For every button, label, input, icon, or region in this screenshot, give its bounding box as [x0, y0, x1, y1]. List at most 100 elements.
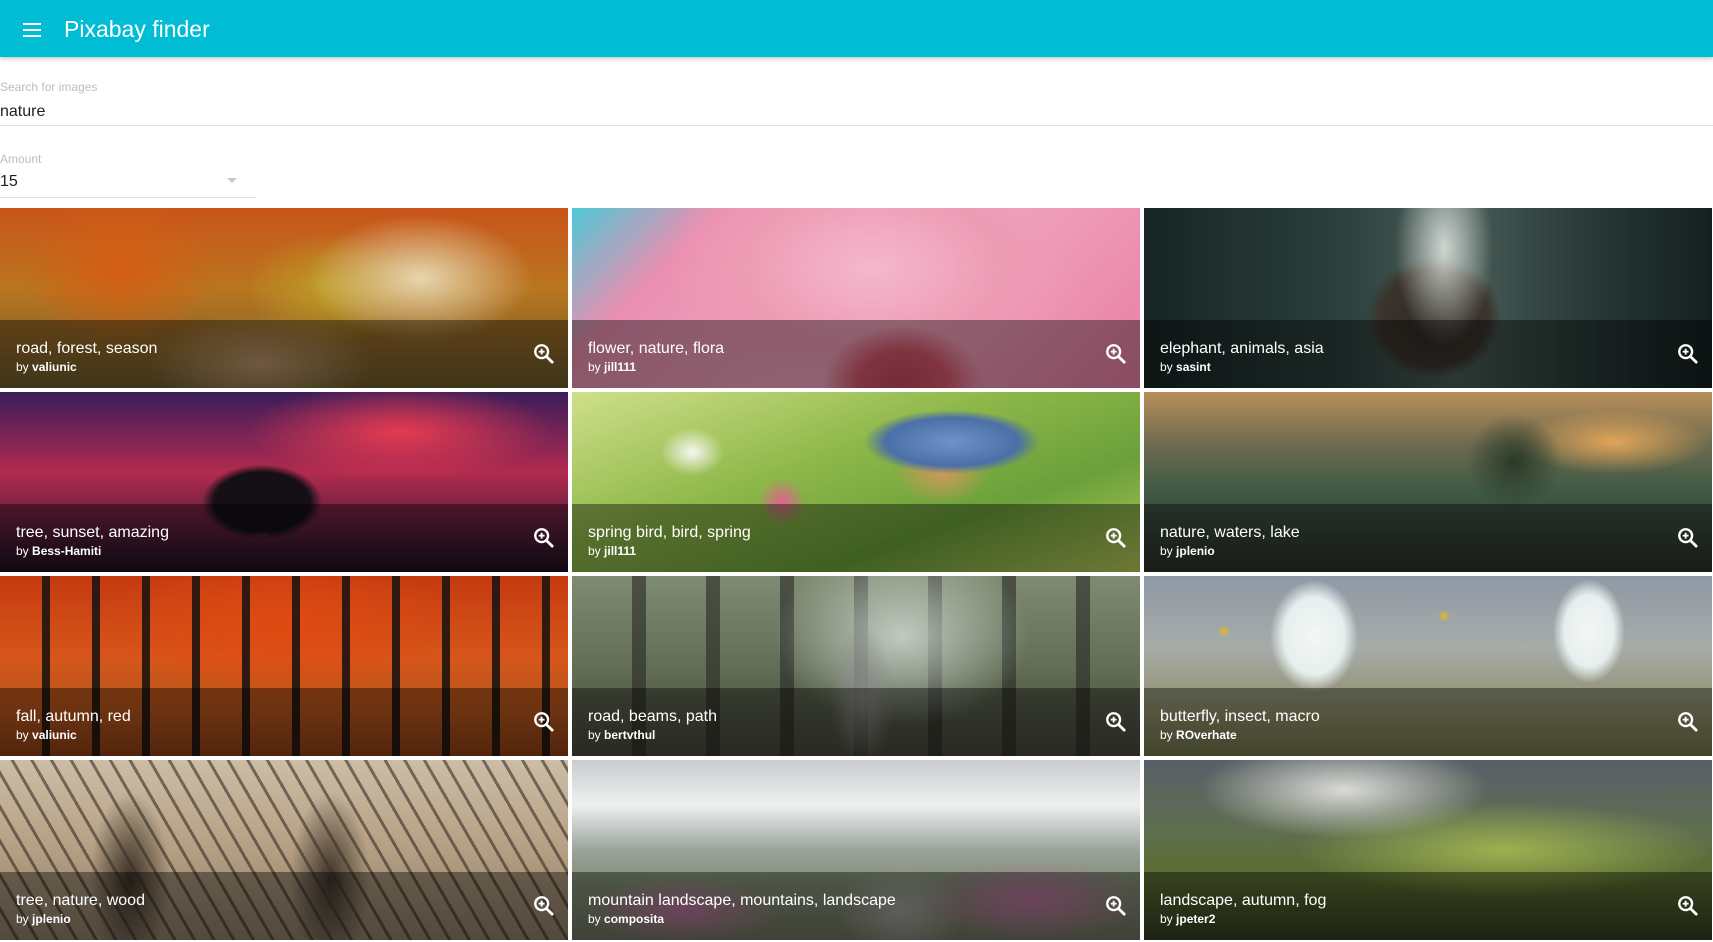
- tile-tags: tree, nature, wood: [16, 892, 145, 909]
- search-input[interactable]: [0, 100, 1713, 124]
- zoom-in-button[interactable]: [530, 340, 558, 368]
- by-label: by: [588, 544, 601, 558]
- image-tile[interactable]: landscape, autumn, fog by jpeter2: [1144, 760, 1712, 940]
- app-title: Pixabay finder: [64, 16, 210, 42]
- zoom-in-icon: [1678, 712, 1698, 732]
- tile-caption: butterfly, insect, macro by ROverhate: [1144, 688, 1712, 756]
- tile-tags: fall, autumn, red: [16, 708, 131, 725]
- zoom-in-button[interactable]: [1674, 340, 1702, 368]
- tile-caption: flower, nature, flora by jill111: [572, 320, 1140, 388]
- tile-author: valiunic: [32, 728, 77, 742]
- search-label: Search for images: [0, 80, 98, 94]
- amount-label: Amount: [0, 152, 42, 166]
- tile-tags: mountain landscape, mountains, landscape: [588, 892, 896, 909]
- amount-value: 15: [0, 173, 18, 190]
- tile-caption: fall, autumn, red by valiunic: [0, 688, 568, 756]
- by-label: by: [1160, 912, 1173, 926]
- zoom-in-button[interactable]: [1674, 524, 1702, 552]
- zoom-in-button[interactable]: [1102, 708, 1130, 736]
- zoom-in-icon: [534, 896, 554, 916]
- tile-tags: spring bird, bird, spring: [588, 524, 751, 541]
- image-tile[interactable]: tree, sunset, amazing by Bess-Hamiti: [0, 392, 568, 572]
- zoom-in-button[interactable]: [1102, 892, 1130, 920]
- zoom-in-icon: [1678, 896, 1698, 916]
- zoom-in-icon: [534, 344, 554, 364]
- image-tile[interactable]: flower, nature, flora by jill111: [572, 208, 1140, 388]
- zoom-in-button[interactable]: [1674, 892, 1702, 920]
- tile-tags: butterfly, insect, macro: [1160, 708, 1320, 725]
- tile-caption: tree, sunset, amazing by Bess-Hamiti: [0, 504, 568, 572]
- by-label: by: [588, 728, 601, 742]
- tile-author: jill111: [604, 544, 637, 558]
- tile-author-line: by valiunic: [16, 728, 77, 742]
- tile-author: valiunic: [32, 360, 77, 374]
- image-grid: road, forest, season by valiunic flower,…: [0, 208, 1713, 940]
- by-label: by: [1160, 728, 1173, 742]
- zoom-in-button[interactable]: [530, 524, 558, 552]
- tile-caption: elephant, animals, asia by sasint: [1144, 320, 1712, 388]
- image-tile[interactable]: elephant, animals, asia by sasint: [1144, 208, 1712, 388]
- image-tile[interactable]: road, beams, path by bertvthul: [572, 576, 1140, 756]
- tile-author-line: by Bess-Hamiti: [16, 544, 101, 558]
- tile-author: jpeter2: [1176, 912, 1216, 926]
- zoom-in-icon: [1106, 712, 1126, 732]
- image-tile[interactable]: tree, nature, wood by jplenio: [0, 760, 568, 940]
- amount-underline: [0, 197, 256, 198]
- menu-button[interactable]: [14, 12, 50, 48]
- by-label: by: [16, 360, 29, 374]
- zoom-in-button[interactable]: [1102, 524, 1130, 552]
- tile-author-line: by valiunic: [16, 360, 77, 374]
- tile-tags: flower, nature, flora: [588, 340, 725, 357]
- image-tile[interactable]: spring bird, bird, spring by jill111: [572, 392, 1140, 572]
- zoom-in-icon: [534, 528, 554, 548]
- zoom-in-button[interactable]: [530, 892, 558, 920]
- tile-author-line: by composita: [588, 912, 664, 926]
- zoom-in-button[interactable]: [530, 708, 558, 736]
- image-tile[interactable]: mountain landscape, mountains, landscape…: [572, 760, 1140, 940]
- zoom-in-icon: [534, 712, 554, 732]
- tile-tags: landscape, autumn, fog: [1160, 892, 1327, 909]
- zoom-in-icon: [1678, 528, 1698, 548]
- tile-caption: road, forest, season by valiunic: [0, 320, 568, 388]
- search-underline: [0, 125, 1713, 126]
- tile-author-line: by jplenio: [16, 912, 71, 926]
- tile-author-line: by sasint: [1160, 360, 1211, 374]
- tile-caption: tree, nature, wood by jplenio: [0, 872, 568, 940]
- by-label: by: [16, 912, 29, 926]
- tile-author-line: by jill111: [588, 544, 636, 558]
- image-tile[interactable]: butterfly, insect, macro by ROverhate: [1144, 576, 1712, 756]
- tile-author: jplenio: [32, 912, 71, 926]
- tile-tags: road, forest, season: [16, 340, 158, 357]
- tile-tags: elephant, animals, asia: [1160, 340, 1324, 357]
- by-label: by: [16, 544, 29, 558]
- tile-caption: nature, waters, lake by jplenio: [1144, 504, 1712, 572]
- by-label: by: [1160, 544, 1173, 558]
- zoom-in-button[interactable]: [1102, 340, 1130, 368]
- tile-caption: landscape, autumn, fog by jpeter2: [1144, 872, 1712, 940]
- tile-author: jill111: [604, 360, 637, 374]
- tile-tags: road, beams, path: [588, 708, 717, 725]
- tile-tags: tree, sunset, amazing: [16, 524, 169, 541]
- zoom-in-icon: [1106, 344, 1126, 364]
- tile-tags: nature, waters, lake: [1160, 524, 1300, 541]
- by-label: by: [1160, 360, 1173, 374]
- image-tile[interactable]: nature, waters, lake by jplenio: [1144, 392, 1712, 572]
- by-label: by: [588, 360, 601, 374]
- tile-author-line: by jpeter2: [1160, 912, 1215, 926]
- tile-author: ROverhate: [1176, 728, 1237, 742]
- tile-caption: road, beams, path by bertvthul: [572, 688, 1140, 756]
- zoom-in-icon: [1106, 896, 1126, 916]
- tile-author: Bess-Hamiti: [32, 544, 102, 558]
- tile-author: sasint: [1176, 360, 1211, 374]
- tile-author: composita: [604, 912, 665, 926]
- tile-caption: spring bird, bird, spring by jill111: [572, 504, 1140, 572]
- image-tile[interactable]: fall, autumn, red by valiunic: [0, 576, 568, 756]
- zoom-in-button[interactable]: [1674, 708, 1702, 736]
- image-tile[interactable]: road, forest, season by valiunic: [0, 208, 568, 388]
- zoom-in-icon: [1678, 344, 1698, 364]
- tile-author-line: by bertvthul: [588, 728, 655, 742]
- zoom-in-icon: [1106, 528, 1126, 548]
- tile-author: jplenio: [1176, 544, 1215, 558]
- amount-select[interactable]: 15: [0, 170, 256, 198]
- tile-author-line: by jill111: [588, 360, 636, 374]
